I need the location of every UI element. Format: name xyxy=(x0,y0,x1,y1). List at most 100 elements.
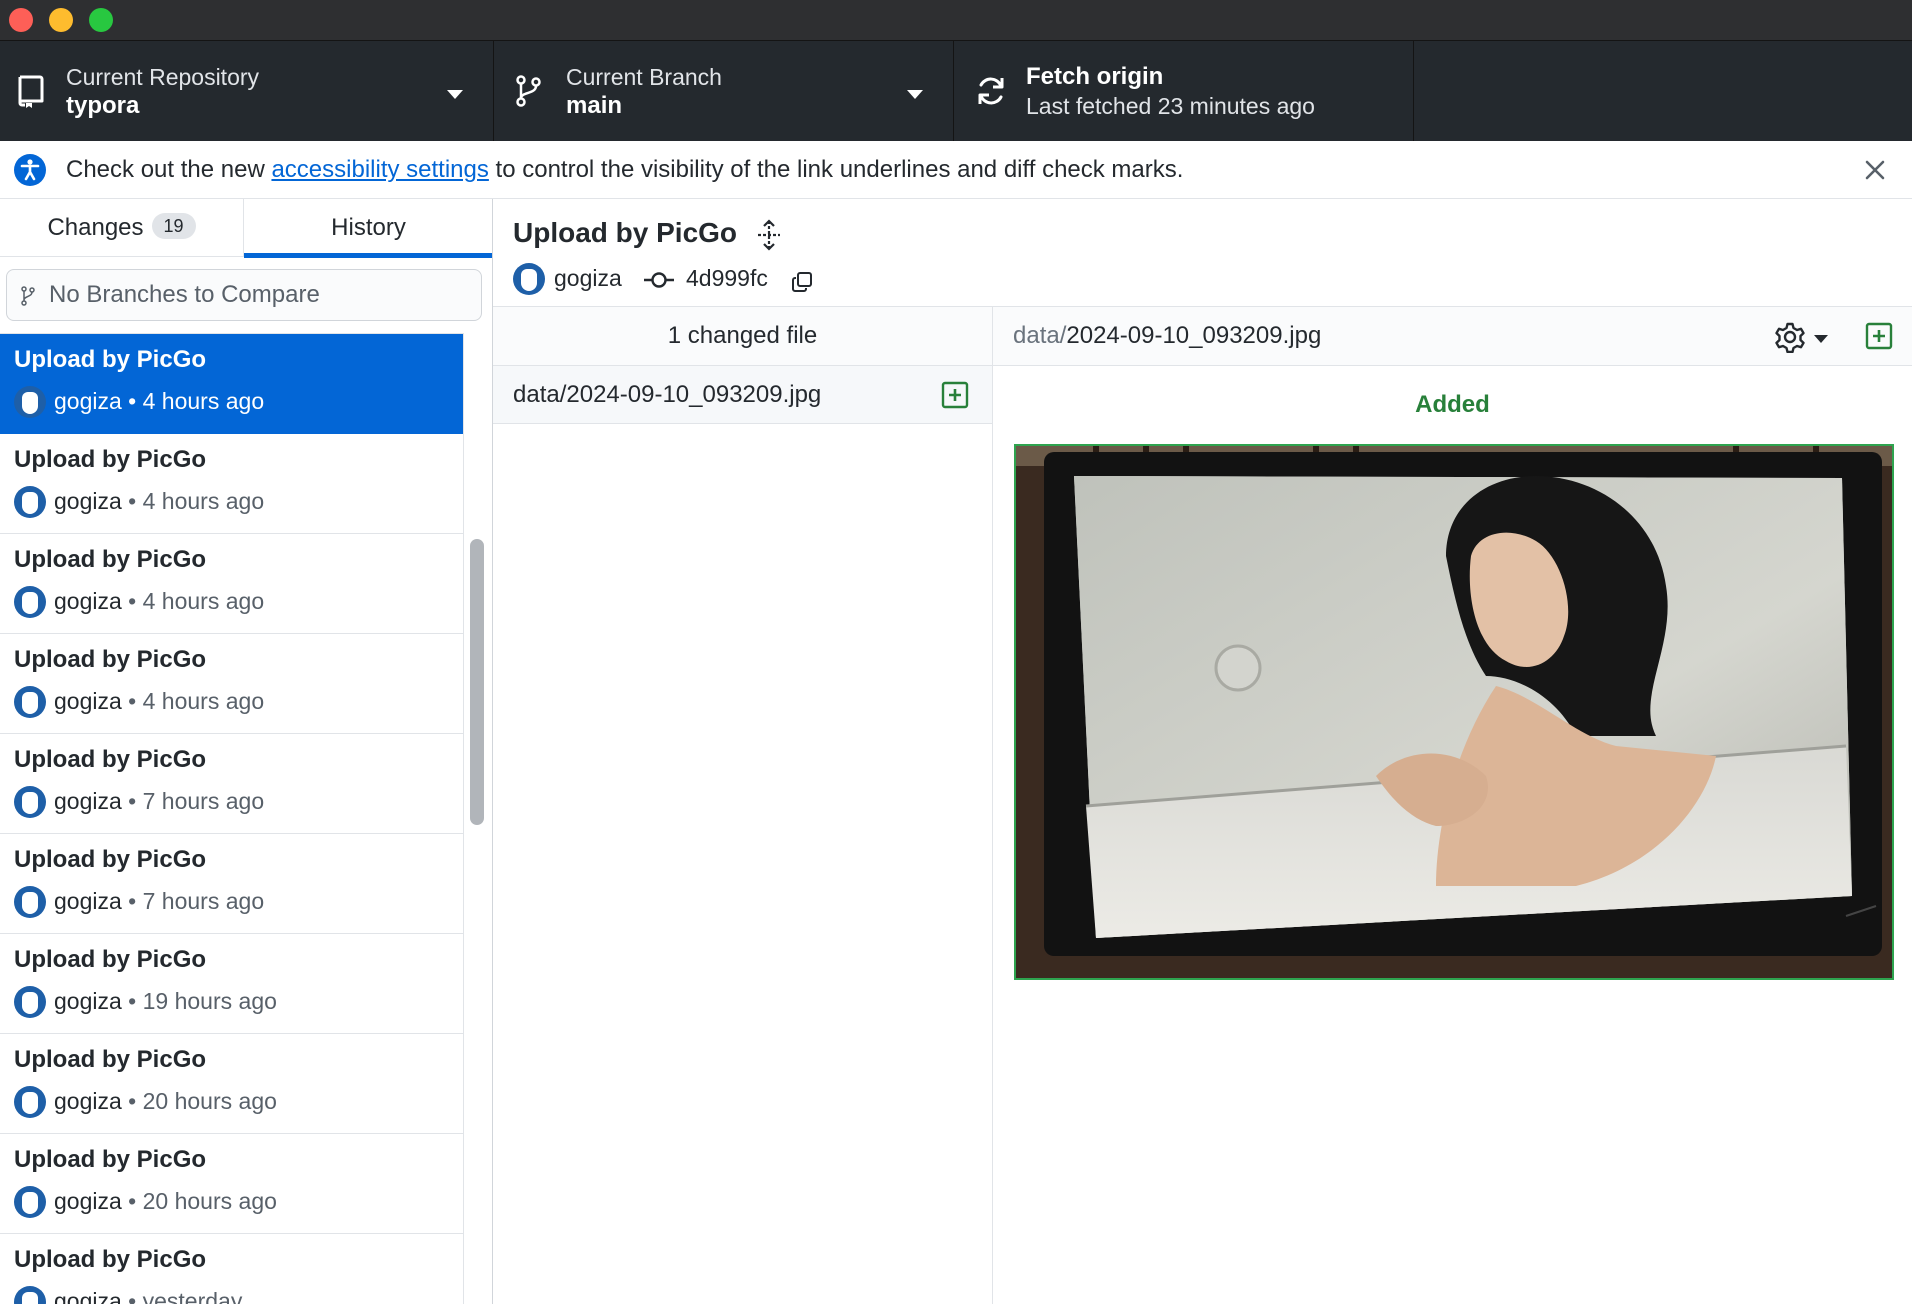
commit-list-item[interactable]: Upload by PicGo gogiza • 7 hours ago xyxy=(0,734,463,834)
avatar xyxy=(513,263,545,295)
meta-separator: • xyxy=(121,688,143,714)
sync-icon xyxy=(978,77,1004,105)
avatar xyxy=(14,486,46,518)
diff-file-dir: data/ xyxy=(1013,322,1067,349)
banner-text-suffix: to control the visibility of the link un… xyxy=(488,156,1184,183)
commit-list-item[interactable]: Upload by PicGo gogiza • yesterday xyxy=(0,1234,463,1304)
commit-title: Upload by PicGo xyxy=(14,1246,207,1273)
commit-time: 7 hours ago xyxy=(142,788,265,814)
commit-list-item[interactable]: Upload by PicGo gogiza • 7 hours ago xyxy=(0,834,463,934)
commit-details: Upload by PicGo gogiza 4d999fc 1 changed… xyxy=(493,199,1912,1304)
avatar xyxy=(14,786,46,818)
commit-list-item[interactable]: Upload by PicGo gogiza • 20 hours ago xyxy=(0,1134,463,1234)
commit-list: Upload by PicGo gogiza • 4 hours ago Uploa… xyxy=(0,333,463,1304)
diff-file-name: 2024-09-10_093209.jpg xyxy=(1066,322,1322,349)
repository-label: Current Repository xyxy=(66,64,260,90)
commit-list-item[interactable]: Upload by PicGo gogiza • 20 hours ago xyxy=(0,1034,463,1134)
commit-author: gogiza xyxy=(54,1188,122,1214)
meta-separator: • xyxy=(121,788,143,814)
accessibility-banner: Check out the new accessibility settings… xyxy=(0,141,1912,199)
commit-summary: Upload by PicGo xyxy=(513,217,738,248)
commit-icon xyxy=(644,272,674,288)
meta-separator: • xyxy=(121,988,143,1014)
meta-separator: • xyxy=(121,1088,143,1114)
file-added-icon xyxy=(1865,322,1893,350)
sidebar: Changes 19 History No Branches to Compare… xyxy=(0,199,493,1304)
commit-list-item[interactable]: Upload by PicGo gogiza • 4 hours ago xyxy=(0,434,463,534)
last-fetched-status: Last fetched 23 minutes ago xyxy=(1026,93,1315,119)
commit-meta: gogiza • 4 hours ago xyxy=(54,588,264,615)
commit-author: gogiza xyxy=(54,688,122,714)
meta-separator: • xyxy=(121,1188,143,1214)
accessibility-icon xyxy=(14,154,46,186)
commit-time: 20 hours ago xyxy=(142,1188,277,1214)
changes-count-badge: 19 xyxy=(151,213,196,239)
commit-time: 4 hours ago xyxy=(142,388,265,414)
commit-time: 19 hours ago xyxy=(142,988,277,1014)
added-image-preview xyxy=(1014,444,1894,980)
branch-compare-input[interactable]: No Branches to Compare xyxy=(6,269,482,321)
branch-name: main xyxy=(566,92,623,119)
commit-author: gogiza xyxy=(54,1288,122,1304)
commit-meta: gogiza • 4 hours ago xyxy=(54,388,264,415)
current-branch-button[interactable]: Current Branch main xyxy=(494,41,954,142)
fetch-origin-button[interactable]: Fetch origin Last fetched 23 minutes ago xyxy=(954,41,1414,142)
tab-history[interactable]: History xyxy=(244,199,492,258)
window-titlebar xyxy=(0,0,1912,40)
avatar xyxy=(14,686,46,718)
commit-time: 4 hours ago xyxy=(142,488,265,514)
commit-meta: gogiza • 4 hours ago xyxy=(54,488,264,515)
commit-list-item[interactable]: Upload by PicGo gogiza • 4 hours ago xyxy=(0,334,463,434)
diff-file-path: data/2024-09-10_093209.jpg xyxy=(1013,307,1321,365)
copy-icon[interactable] xyxy=(791,271,813,293)
file-added-icon xyxy=(941,381,969,409)
compare-placeholder: No Branches to Compare xyxy=(49,281,320,308)
branch-icon xyxy=(516,75,541,107)
commit-list-scrollbar[interactable] xyxy=(470,539,484,825)
meta-separator: • xyxy=(121,388,143,414)
commit-list-item[interactable]: Upload by PicGo gogiza • 19 hours ago xyxy=(0,934,463,1034)
branch-label: Current Branch xyxy=(566,64,722,90)
changed-file-row[interactable]: data/2024-09-10_093209.jpg xyxy=(493,366,993,424)
tab-changes[interactable]: Changes 19 xyxy=(0,199,244,257)
fetch-label: Fetch origin xyxy=(1026,63,1164,90)
close-icon[interactable] xyxy=(1863,158,1887,182)
zoom-window-button[interactable] xyxy=(89,8,113,32)
commit-time: yesterday xyxy=(142,1288,243,1304)
commit-title: Upload by PicGo xyxy=(14,346,207,373)
minimize-window-button[interactable] xyxy=(49,8,73,32)
chevron-down-icon[interactable] xyxy=(1814,335,1828,343)
commit-title: Upload by PicGo xyxy=(14,1046,207,1073)
commit-list-item[interactable]: Upload by PicGo gogiza • 4 hours ago xyxy=(0,534,463,634)
commit-meta: gogiza • 20 hours ago xyxy=(54,1188,277,1215)
commit-title: Upload by PicGo xyxy=(14,946,207,973)
accessibility-settings-link[interactable]: accessibility settings xyxy=(271,156,488,183)
commit-author: gogiza xyxy=(54,888,122,914)
commit-author: gogiza xyxy=(54,1088,122,1114)
commit-author: gogiza xyxy=(54,988,122,1014)
expand-icon[interactable] xyxy=(755,219,783,251)
close-window-button[interactable] xyxy=(9,8,33,32)
banner-text-prefix: Check out the new xyxy=(66,156,272,183)
meta-separator: • xyxy=(121,488,143,514)
commit-meta: gogiza • 4 hours ago xyxy=(54,688,264,715)
avatar xyxy=(14,886,46,918)
branch-icon xyxy=(21,286,35,306)
tab-history-label: History xyxy=(331,214,406,241)
avatar xyxy=(14,386,46,418)
changed-files-list xyxy=(493,424,993,1304)
commit-time: 20 hours ago xyxy=(142,1088,277,1114)
commit-title: Upload by PicGo xyxy=(14,746,207,773)
commit-meta: gogiza • yesterday xyxy=(54,1288,242,1304)
commit-author: gogiza xyxy=(54,788,122,814)
commit-list-item[interactable]: Upload by PicGo gogiza • 4 hours ago xyxy=(0,634,463,734)
gear-icon[interactable] xyxy=(1774,321,1806,353)
repository-name: typora xyxy=(66,92,140,119)
commit-author: gogiza xyxy=(54,488,122,514)
current-repository-button[interactable]: Current Repository typora xyxy=(0,41,494,142)
chevron-down-icon xyxy=(907,90,923,99)
commit-title: Upload by PicGo xyxy=(14,446,207,473)
diff-status-label: Added xyxy=(1415,391,1490,418)
meta-separator: • xyxy=(121,1288,143,1304)
commit-time: 4 hours ago xyxy=(142,688,265,714)
